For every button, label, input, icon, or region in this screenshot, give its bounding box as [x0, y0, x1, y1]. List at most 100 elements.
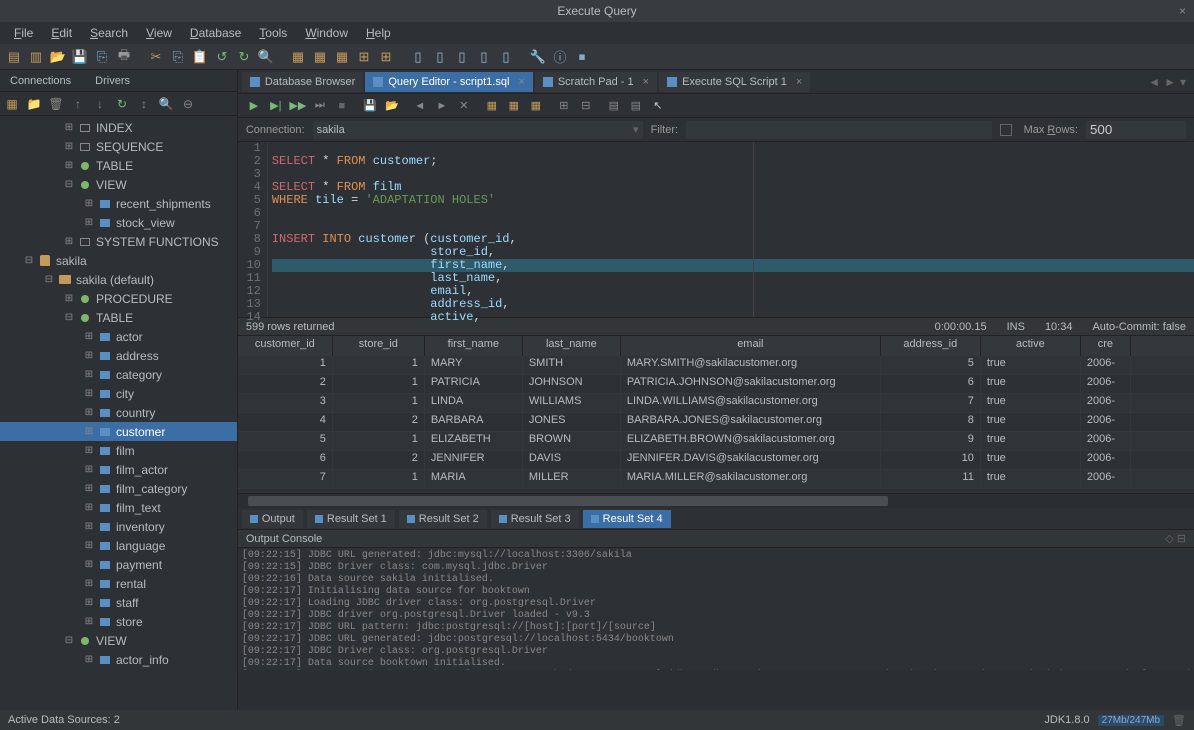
expand-icon[interactable]: ⊞ — [84, 198, 94, 209]
tab-menu-icon[interactable]: ▾ — [1180, 75, 1186, 89]
col-cre[interactable]: cre — [1081, 336, 1131, 356]
tree-node-customer[interactable]: ⊞customer — [0, 422, 237, 441]
expand-icon[interactable]: ⊞ — [84, 597, 94, 608]
result-scrollbar[interactable] — [238, 494, 1194, 508]
close-icon[interactable]: × — [1179, 4, 1186, 18]
tree-node-rental[interactable]: ⊞rental — [0, 574, 237, 593]
delete-icon[interactable]: 🗑 — [48, 96, 64, 112]
stop-icon[interactable]: ⏹ — [572, 47, 592, 67]
tree-node-stock_view[interactable]: ⊞stock_view — [0, 213, 237, 232]
conn-folder-icon[interactable]: 📁 — [26, 96, 42, 112]
expand-icon[interactable]: ⊞ — [84, 521, 94, 532]
tab-database-browser[interactable]: Database Browser — [242, 72, 364, 92]
table-row[interactable]: 42BARBARAJONESBARBARA.JONES@sakilacustom… — [238, 413, 1194, 432]
menu-search[interactable]: Search — [82, 24, 136, 42]
menu-view[interactable]: View — [138, 24, 180, 42]
tree-node-table[interactable]: ⊟TABLE — [0, 308, 237, 327]
down-icon[interactable]: ↓ — [92, 96, 108, 112]
db1-icon[interactable]: ▦ — [288, 47, 308, 67]
result-tab-output[interactable]: Output — [242, 510, 303, 528]
table-row[interactable]: 11MARYSMITHMARY.SMITH@sakilacustomer.org… — [238, 356, 1194, 375]
tree-node-recent_shipments[interactable]: ⊞recent_shipments — [0, 194, 237, 213]
menu-file[interactable]: File — [6, 24, 41, 42]
clear-icon[interactable]: ✕ — [456, 98, 472, 114]
result-table[interactable]: customer_idstore_idfirst_namelast_nameem… — [238, 336, 1194, 494]
new-conn-icon[interactable]: ▥ — [26, 47, 46, 67]
table-row[interactable]: 62JENNIFERDAVISJENNIFER.DAVIS@sakilacust… — [238, 451, 1194, 470]
tree-node-sakila[interactable]: ⊟sakila — [0, 251, 237, 270]
expand-icon[interactable]: ⊞ — [84, 540, 94, 551]
expand-icon[interactable]: ⊞ — [84, 616, 94, 627]
tree-node-store[interactable]: ⊞store — [0, 612, 237, 631]
menu-window[interactable]: Window — [297, 24, 356, 42]
table-row[interactable]: 71MARIAMILLERMARIA.MILLER@sakilacustomer… — [238, 470, 1194, 489]
tree-node-view[interactable]: ⊟VIEW — [0, 175, 237, 194]
col-store_id[interactable]: store_id — [333, 336, 425, 356]
commit-icon[interactable]: ▦ — [484, 98, 500, 114]
expand-icon[interactable]: ⊟ — [44, 274, 54, 285]
undo-icon[interactable]: ↺ — [212, 47, 232, 67]
result-tab-result-set-3[interactable]: Result Set 3 — [491, 510, 579, 528]
erd-icon[interactable]: ⊞ — [354, 47, 374, 67]
sql-editor[interactable]: 1234567891011121314 SELECT * FROM custom… — [238, 142, 1194, 318]
expand-icon[interactable]: ⊞ — [64, 236, 74, 247]
tab-connections[interactable]: Connections — [4, 73, 77, 89]
doc4-icon[interactable]: ▯ — [474, 47, 494, 67]
tree-node-address[interactable]: ⊞address — [0, 346, 237, 365]
expand-icon[interactable]: ⊞ — [84, 502, 94, 513]
close-tab-icon[interactable]: × — [643, 76, 649, 88]
doc2-icon[interactable]: ▯ — [430, 47, 450, 67]
tree-node-actor_info[interactable]: ⊞actor_info — [0, 650, 237, 669]
comment-icon[interactable]: ⊟ — [578, 98, 594, 114]
expand-icon[interactable]: ⊞ — [64, 160, 74, 171]
export-icon[interactable]: ▦ — [528, 98, 544, 114]
tree-node-film[interactable]: ⊞film — [0, 441, 237, 460]
doc3-icon[interactable]: ▯ — [452, 47, 472, 67]
col-address_id[interactable]: address_id — [881, 336, 981, 356]
db3-icon[interactable]: ▦ — [332, 47, 352, 67]
open-script-icon[interactable]: 📂 — [384, 98, 400, 114]
print-icon[interactable]: 🖶 — [114, 47, 134, 67]
doc1-icon[interactable]: ▯ — [408, 47, 428, 67]
minus-icon[interactable]: ⊖ — [180, 96, 196, 112]
tree-node-actor[interactable]: ⊞actor — [0, 327, 237, 346]
wrap-icon[interactable]: ▤ — [628, 98, 644, 114]
tree-node-country[interactable]: ⊞country — [0, 403, 237, 422]
skip-icon[interactable]: ⏭ — [312, 98, 328, 114]
tree-node-payment[interactable]: ⊞payment — [0, 555, 237, 574]
tree-node-category[interactable]: ⊞category — [0, 365, 237, 384]
run-icon[interactable]: ▶ — [246, 98, 262, 114]
expand-icon[interactable]: ⊞ — [84, 388, 94, 399]
tab-execute-sql-script-1[interactable]: Execute SQL Script 1× — [659, 72, 810, 92]
gc-icon[interactable]: 🗑 — [1172, 714, 1186, 727]
expand-icon[interactable]: ⊞ — [84, 654, 94, 665]
expand-icon[interactable]: ⊞ — [84, 483, 94, 494]
db2-icon[interactable]: ▦ — [310, 47, 330, 67]
erd2-icon[interactable]: ⊞ — [376, 47, 396, 67]
search-icon[interactable]: 🔍 — [158, 96, 174, 112]
expand-icon[interactable]: ⊞ — [84, 369, 94, 380]
tree-node-procedure[interactable]: ⊞PROCEDURE — [0, 289, 237, 308]
col-first_name[interactable]: first_name — [425, 336, 523, 356]
expand-icon[interactable]: ⊞ — [84, 559, 94, 570]
tree-node-view[interactable]: ⊟VIEW — [0, 631, 237, 650]
expand-icon[interactable]: ⊞ — [84, 350, 94, 361]
cut-icon[interactable]: ✂ — [146, 47, 166, 67]
redo-icon[interactable]: ↻ — [234, 47, 254, 67]
sql-text[interactable]: SELECT * FROM customer;SELECT * FROM fil… — [268, 142, 1194, 317]
tab-prev-icon[interactable]: ◄ — [1148, 75, 1160, 89]
table-row[interactable]: 31LINDAWILLIAMSLINDA.WILLIAMS@sakilacust… — [238, 394, 1194, 413]
tab-query-editor-script1-sql[interactable]: Query Editor - script1.sql× — [365, 72, 532, 92]
result-tab-result-set-4[interactable]: Result Set 4 — [583, 510, 671, 528]
tree-node-film_text[interactable]: ⊞film_text — [0, 498, 237, 517]
close-tab-icon[interactable]: × — [518, 76, 524, 88]
tab-drivers[interactable]: Drivers — [89, 73, 136, 89]
tree-node-inventory[interactable]: ⊞inventory — [0, 517, 237, 536]
prev-icon[interactable]: ◄ — [412, 98, 428, 114]
col-last_name[interactable]: last_name — [523, 336, 621, 356]
menu-edit[interactable]: Edit — [43, 24, 80, 42]
tab-scratch-pad-1[interactable]: Scratch Pad - 1× — [535, 72, 657, 92]
expand-icon[interactable]: ⊞ — [64, 122, 74, 133]
col-active[interactable]: active — [981, 336, 1081, 356]
tree-node-index[interactable]: ⊞INDEX — [0, 118, 237, 137]
